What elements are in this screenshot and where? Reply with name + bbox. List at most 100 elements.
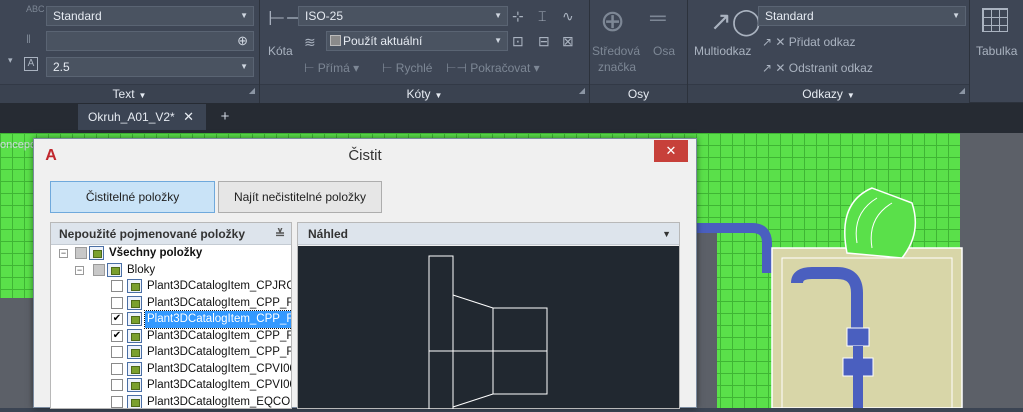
tree-row-item[interactable]: Plant3DCatalogItem_EQCON bbox=[51, 394, 292, 408]
dialog-launcher-icon[interactable]: ◢ bbox=[579, 81, 585, 100]
text-height-value: 2.5 bbox=[53, 60, 70, 74]
text-dropdown-arrow-icon[interactable]: ▾ bbox=[8, 55, 13, 66]
collapse-toggle-icon[interactable]: − bbox=[59, 249, 68, 258]
block-icon bbox=[127, 361, 142, 376]
table-icon[interactable] bbox=[982, 8, 1008, 32]
layers-icon: ≋ bbox=[304, 34, 316, 50]
checkbox-blocks[interactable] bbox=[93, 263, 105, 276]
close-icon[interactable]: ✕ bbox=[654, 140, 688, 162]
text-panel-title[interactable]: Text ▼ ◢ bbox=[0, 84, 259, 103]
caret-down-icon: ▼ bbox=[434, 91, 443, 100]
all-items-icon bbox=[89, 246, 104, 260]
tree-row-item[interactable]: ✔ Plant3DCatalogItem_CPP_F_ bbox=[51, 328, 291, 345]
center-mark-label-2[interactable]: značka bbox=[598, 60, 636, 74]
checkbox-item[interactable] bbox=[111, 379, 123, 391]
center-mark-label-1[interactable]: Středová bbox=[592, 44, 640, 58]
text-style-combo[interactable]: Standard ▼ bbox=[46, 6, 254, 26]
table-label[interactable]: Tabulka bbox=[976, 44, 1017, 58]
checkbox-item[interactable] bbox=[111, 395, 123, 408]
close-icon[interactable]: ✕ bbox=[183, 104, 194, 130]
blocks-icon bbox=[107, 262, 122, 277]
tab-nonpurgeable-items[interactable]: Najít nečistitelné položky bbox=[218, 181, 382, 213]
centerlines-panel-title[interactable]: Osy bbox=[590, 84, 687, 103]
tree-item-label: Plant3DCatalogItem_CPP_F_ bbox=[147, 296, 292, 309]
dim-update-icon[interactable]: ⊡ bbox=[512, 33, 524, 49]
search-icon[interactable]: ⊕ bbox=[237, 32, 248, 50]
tree-header: Nepoužité pojmenované položky ≚ bbox=[51, 223, 291, 245]
tree-row-item[interactable]: Plant3DCatalogItem_CPP_F_ bbox=[51, 344, 291, 361]
tree-item-label: Plant3DCatalogItem_EQCON bbox=[147, 395, 292, 408]
centerline-icon[interactable]: ═ bbox=[650, 7, 666, 29]
tree-row-item[interactable]: Plant3DCatalogItem_CPVI00 bbox=[51, 377, 291, 394]
checkbox-item[interactable] bbox=[111, 362, 123, 375]
checkbox-root[interactable] bbox=[75, 247, 87, 259]
preview-header[interactable]: Náhled ▼ bbox=[298, 223, 679, 245]
tab-purgeable-items[interactable]: Čistitelné položky bbox=[50, 181, 215, 213]
center-mark-icon[interactable]: ⊕ bbox=[600, 6, 625, 38]
chevron-down-icon[interactable]: ▼ bbox=[662, 223, 671, 245]
dim-inspect-icon[interactable]: ⊟ bbox=[538, 33, 550, 49]
leaders-panel-title[interactable]: Odkazy ▼ ◢ bbox=[688, 84, 969, 103]
collapse-toggle-icon[interactable]: − bbox=[75, 265, 84, 275]
block-icon bbox=[127, 345, 142, 359]
tree-header-label: Nepoužité pojmenované položky bbox=[59, 227, 246, 241]
dim-layer-combo[interactable]: Použít aktuální ▼ bbox=[326, 31, 508, 51]
kota-button[interactable]: Kóta bbox=[268, 44, 293, 58]
prima-label: Přímá bbox=[317, 61, 350, 75]
text-panel-title-label: Text bbox=[112, 87, 135, 101]
tree-row-item[interactable]: Plant3DCatalogItem_CPJRC bbox=[51, 278, 291, 295]
dim-break-icon[interactable]: ⊹ bbox=[512, 8, 524, 24]
checkbox-item-checked[interactable]: ✔ bbox=[111, 329, 123, 342]
pokracovat-button[interactable]: ⊢⊣ Pokračovat ▾ bbox=[446, 61, 540, 75]
add-leader-button[interactable]: ↗ ✕ Přidat odkaz bbox=[762, 35, 855, 49]
chevron-down-icon: ▼ bbox=[240, 11, 248, 20]
caret-down-icon: ▼ bbox=[138, 91, 147, 100]
preview-drawing bbox=[428, 255, 548, 412]
rychle-button[interactable]: ⊢ Rychlé bbox=[382, 61, 432, 75]
prima-button[interactable]: ⊢ Přímá ▾ bbox=[304, 61, 359, 75]
centerline-label[interactable]: Osa bbox=[653, 44, 675, 58]
new-tab-button[interactable]: + bbox=[216, 108, 234, 126]
tree-row-item[interactable]: Plant3DCatalogItem_CPVI00 bbox=[51, 361, 291, 378]
checkbox-item-checked[interactable]: ✔ bbox=[111, 313, 123, 325]
rychle-label: Rychlé bbox=[395, 61, 433, 75]
dialog-title: Čistit bbox=[348, 147, 382, 164]
dialog-launcher-icon[interactable]: ◢ bbox=[249, 81, 255, 100]
block-icon bbox=[127, 279, 142, 293]
leader-style-combo[interactable]: Standard ▼ bbox=[758, 6, 966, 26]
multileader-label[interactable]: Multiodkaz bbox=[694, 44, 751, 58]
multileader-icon[interactable]: ↗◯ bbox=[710, 6, 761, 36]
viewport-label[interactable]: oncepc bbox=[0, 139, 35, 151]
text-height-icon: A bbox=[24, 57, 38, 71]
text-height-combo[interactable]: 2.5 ▼ bbox=[46, 57, 254, 77]
leaders-panel-title-label: Odkazy bbox=[802, 87, 843, 101]
pipe-top bbox=[697, 223, 772, 273]
find-text-icon: ǁ bbox=[26, 32, 31, 46]
unused-items-tree[interactable]: Nepoužité pojmenované položky ≚ − Všechn… bbox=[50, 222, 292, 409]
collapse-icon[interactable]: ≚ bbox=[275, 223, 285, 245]
tree-row-item[interactable]: Plant3DCatalogItem_CPP_F_ bbox=[51, 295, 291, 312]
dialog-launcher-icon[interactable]: ◢ bbox=[959, 81, 965, 100]
checkbox-item[interactable] bbox=[111, 346, 123, 358]
remove-leader-button[interactable]: ↗ ✕ Odstranit odkaz bbox=[762, 61, 873, 75]
leaders-panel: ↗◯ Multiodkaz Standard ▼ ↗ ✕ Přidat odka… bbox=[688, 0, 970, 103]
tree-row-item-selected[interactable]: ✔ Plant3DCatalogItem_CPP_F_ bbox=[51, 310, 291, 329]
document-tab[interactable]: Okruh_A01_V2* ✕ bbox=[78, 104, 206, 130]
checkbox-item[interactable] bbox=[111, 296, 123, 309]
tree-row-blocks[interactable]: − Bloky bbox=[51, 262, 291, 279]
dim-jog-icon[interactable]: ∿ bbox=[562, 8, 574, 24]
find-text-input[interactable]: ⊕ bbox=[46, 31, 254, 51]
dim-style-combo[interactable]: ISO-25 ▼ bbox=[298, 6, 508, 26]
dialog-titlebar[interactable]: A Čistit ✕ bbox=[34, 139, 696, 173]
tree-row-root[interactable]: − Všechny položky bbox=[51, 245, 291, 262]
caret-down-icon: ▼ bbox=[846, 91, 855, 100]
dim-reassoc-icon[interactable]: ⊠ bbox=[562, 33, 574, 49]
checkbox-item[interactable] bbox=[111, 280, 123, 292]
abc-icon: ABC bbox=[26, 4, 45, 14]
dimensions-panel-title[interactable]: Kóty ▼ ◢ bbox=[260, 84, 589, 103]
dim-layer-value: Použít aktuální bbox=[343, 34, 423, 48]
dim-space-icon[interactable]: ⌶ bbox=[538, 8, 546, 24]
tree-item-label: Plant3DCatalogItem_CPP_F_ bbox=[147, 329, 292, 342]
tree-label-root: Všechny položky bbox=[109, 247, 203, 259]
dimensions-panel: ⊢⊣ Kóta ISO-25 ▼ ≋ Použít aktuální ▼ ⊹ ⌶… bbox=[260, 0, 590, 103]
